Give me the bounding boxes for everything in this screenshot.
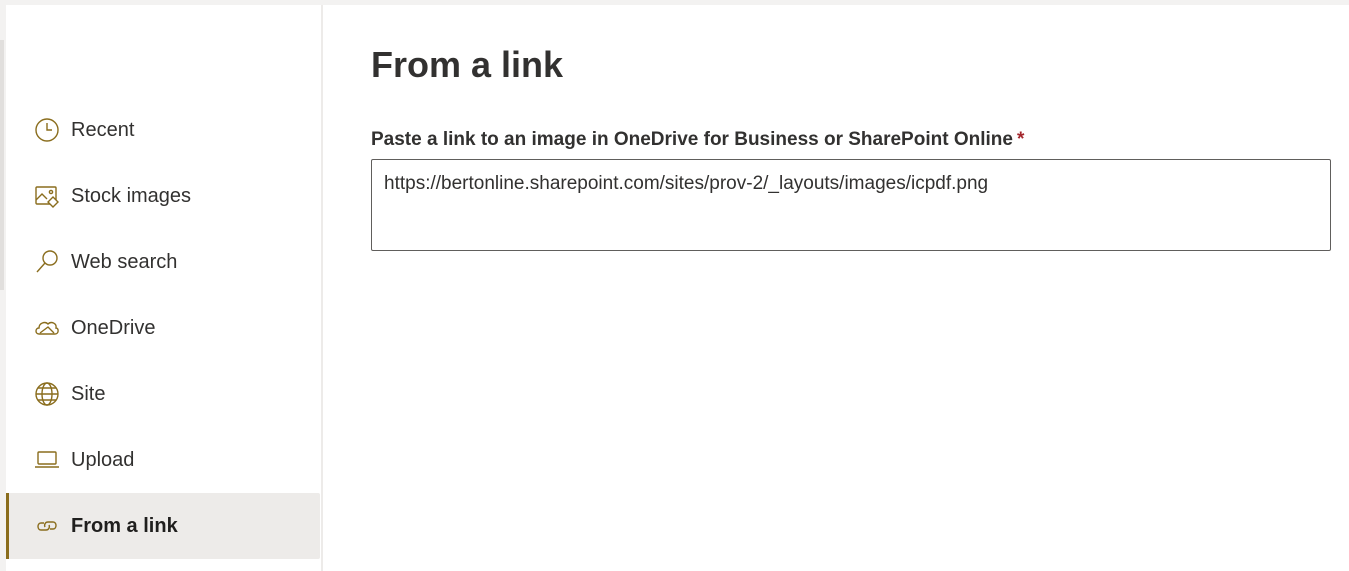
sidebar-item-label: Upload [71, 449, 135, 471]
sidebar-item-onedrive[interactable]: OneDrive [6, 295, 321, 361]
link-field-label-text: Paste a link to an image in OneDrive for… [371, 129, 1013, 150]
sidebar-item-site[interactable]: Site [6, 361, 321, 427]
left-edge-shade [0, 40, 4, 290]
sidebar-item-label: OneDrive [71, 317, 156, 339]
link-field-label: Paste a link to an image in OneDrive for… [371, 127, 1024, 153]
source-nav: Recent Stock images Web search OneDrive … [6, 97, 321, 559]
file-picker-panel: Recent Stock images Web search OneDrive … [0, 0, 1349, 571]
sidebar-item-from-a-link[interactable]: From a link [6, 493, 320, 559]
sidebar-item-upload[interactable]: Upload [6, 427, 321, 493]
main-panel: From a link Paste a link to an image in … [323, 5, 1349, 571]
source-sidebar: Recent Stock images Web search OneDrive … [6, 5, 321, 571]
search-icon [34, 249, 60, 275]
link-icon [34, 513, 60, 539]
required-marker: * [1016, 129, 1025, 150]
sidebar-item-web-search[interactable]: Web search [6, 229, 321, 295]
cloud-icon [34, 315, 60, 341]
sidebar-item-label: Stock images [71, 185, 192, 207]
link-input[interactable]: https://bertonline.sharepoint.com/sites/… [371, 159, 1331, 251]
sidebar-item-label: Recent [71, 119, 135, 141]
laptop-icon [34, 447, 60, 473]
sidebar-item-label: Site [71, 383, 106, 405]
globe-icon [34, 381, 60, 407]
sidebar-item-stock-images[interactable]: Stock images [6, 163, 321, 229]
sidebar-item-recent[interactable]: Recent [6, 97, 321, 163]
page-title: From a link [371, 44, 564, 85]
sidebar-item-label: From a link [71, 515, 178, 537]
image-icon [34, 183, 60, 209]
clock-icon [34, 117, 60, 143]
sidebar-item-label: Web search [71, 251, 178, 273]
